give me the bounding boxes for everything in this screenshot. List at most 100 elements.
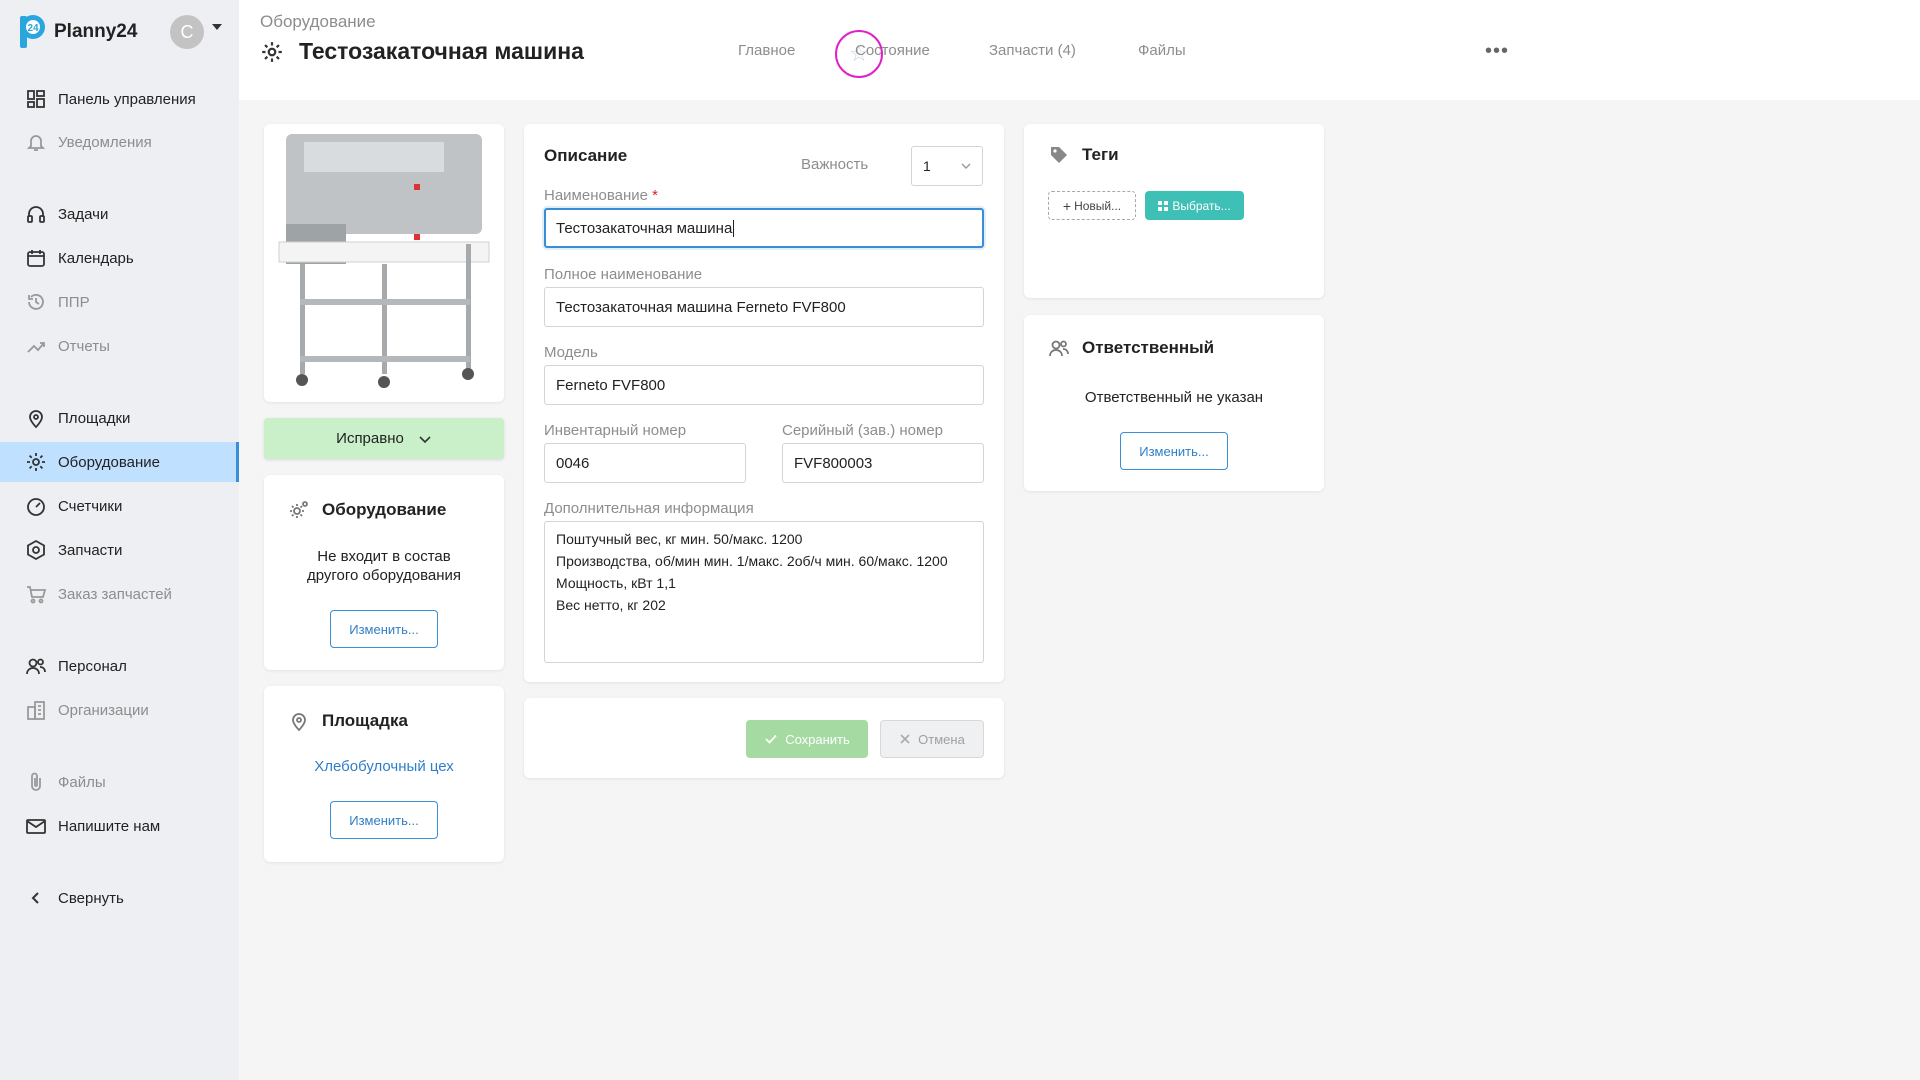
tab-parts[interactable]: Запчасти (4) bbox=[989, 42, 1076, 59]
sidebar-item-calendar[interactable]: Календарь bbox=[0, 238, 239, 278]
importance-select[interactable]: 1 bbox=[911, 146, 983, 186]
page-title: Тестозакаточная машина bbox=[299, 38, 584, 64]
sidebar-item-label: Панель управления bbox=[58, 90, 196, 108]
history-icon bbox=[28, 294, 44, 310]
building-icon bbox=[27, 701, 45, 720]
gear-icon bbox=[262, 41, 282, 62]
description-card: Описание Важность 1 Наименование * Тесто… bbox=[524, 124, 1004, 682]
sidebar-item-label: Напишите нам bbox=[58, 817, 161, 835]
bell-icon bbox=[26, 135, 46, 151]
card-title: Теги bbox=[1048, 144, 1119, 166]
location-icon bbox=[292, 713, 306, 732]
cart-icon bbox=[27, 586, 47, 604]
tab-files[interactable]: Файлы bbox=[1138, 42, 1186, 59]
sidebar-item-label: Файлы bbox=[58, 773, 106, 791]
paperclip-icon bbox=[31, 772, 41, 791]
sidebar-item-label: Уведомления bbox=[58, 133, 152, 151]
parent-equipment-text-1: Не входит в состав bbox=[317, 548, 451, 565]
brand[interactable]: 24 Planny24 bbox=[18, 14, 137, 50]
choose-tag-button[interactable]: Выбрать... bbox=[1145, 191, 1244, 220]
change-responsible-button[interactable]: Изменить... bbox=[1120, 432, 1228, 470]
parent-equipment-text-2: другого оборудования bbox=[306, 567, 462, 584]
sidebar-item-dashboard[interactable]: Панель управления bbox=[0, 79, 239, 119]
sidebar-item-label: Оборудование bbox=[58, 453, 161, 471]
responsible-card: Ответственный Ответственный не указан Из… bbox=[1024, 315, 1324, 491]
importance-label: Важность bbox=[801, 156, 869, 173]
brand-name: Planny24 bbox=[54, 21, 138, 42]
inventory-field[interactable]: 0046 bbox=[544, 443, 746, 483]
sidebar-item-label: Площадки bbox=[58, 409, 131, 427]
planny-logo-icon: 24 bbox=[18, 14, 50, 50]
tab-state[interactable]: Состояние bbox=[855, 42, 930, 59]
change-parent-button[interactable]: Изменить... bbox=[330, 610, 438, 648]
save-button[interactable]: Сохранить bbox=[746, 720, 868, 758]
chevron-left-icon bbox=[31, 892, 39, 904]
model-label: Модель bbox=[544, 344, 598, 361]
extra-info-textarea[interactable]: Поштучный вес, кг мин. 50/макс. 1200 Про… bbox=[544, 521, 984, 663]
tab-main[interactable]: Главное bbox=[738, 42, 795, 59]
status-label: Исправно bbox=[336, 430, 404, 447]
page-header: Оборудование Тестозакаточная машина ☆ Гл… bbox=[239, 0, 1920, 100]
model-field[interactable]: Ferneto FVF800 bbox=[544, 365, 984, 405]
sidebar-item-label: Свернуть bbox=[58, 889, 124, 907]
card-title: Ответственный bbox=[1048, 337, 1214, 359]
inventory-label: Инвентарный номер bbox=[544, 422, 687, 439]
full-name-field[interactable]: Тестозакаточная машина Ferneto FVF800 bbox=[544, 287, 984, 327]
status-dropdown[interactable]: Исправно bbox=[264, 418, 504, 459]
new-tag-button[interactable]: + Новый... bbox=[1048, 191, 1136, 220]
sidebar-item-parts[interactable]: Запчасти bbox=[0, 530, 239, 570]
svg-text:24: 24 bbox=[27, 23, 39, 34]
sidebar-item-sites[interactable]: Площадки bbox=[0, 398, 239, 438]
sidebar-item-label: Счетчики bbox=[58, 497, 123, 515]
responsible-text: Ответственный не указан bbox=[1084, 389, 1264, 406]
sidebar-collapse[interactable]: Свернуть bbox=[0, 878, 239, 918]
sidebar-item-label: Заказ запчастей bbox=[58, 585, 172, 603]
sidebar-item-parts-order[interactable]: Заказ запчастей bbox=[0, 574, 239, 614]
part-icon bbox=[27, 539, 45, 561]
sidebar-item-label: Персонал bbox=[58, 657, 127, 675]
tag-icon bbox=[1051, 147, 1067, 163]
breadcrumb[interactable]: Оборудование bbox=[260, 12, 376, 32]
location-icon bbox=[29, 410, 43, 429]
serial-field[interactable]: FVF800003 bbox=[782, 443, 984, 483]
plus-icon: + bbox=[1062, 197, 1072, 214]
sidebar-item-label: Задачи bbox=[58, 205, 109, 223]
cancel-button[interactable]: Отмена bbox=[880, 720, 984, 758]
sidebar-item-organizations[interactable]: Организации bbox=[0, 690, 239, 730]
sidebar-item-notifications[interactable]: Уведомления bbox=[0, 122, 239, 162]
sidebar-item-staff[interactable]: Персонал bbox=[0, 646, 239, 686]
parent-equipment-card: Оборудование Не входит в состав другого … bbox=[264, 475, 504, 670]
sidebar-item-label: ППР bbox=[58, 293, 90, 311]
gears-icon bbox=[290, 501, 308, 518]
mail-icon bbox=[26, 819, 46, 834]
grid-icon bbox=[1158, 200, 1169, 211]
sidebar-item-files[interactable]: Файлы bbox=[0, 762, 239, 802]
check-icon bbox=[765, 734, 777, 744]
gauge-icon bbox=[27, 498, 45, 516]
equipment-photo[interactable] bbox=[264, 124, 504, 402]
close-icon bbox=[900, 734, 910, 744]
caret-down-icon[interactable] bbox=[212, 24, 222, 30]
site-link[interactable]: Хлебобулочный цех bbox=[264, 758, 504, 775]
required-mark: * bbox=[652, 187, 658, 204]
equipment-image-card bbox=[264, 124, 504, 402]
card-title: Оборудование bbox=[288, 499, 446, 521]
gear-icon bbox=[27, 453, 45, 471]
sidebar-item-equipment[interactable]: Оборудование bbox=[0, 442, 239, 482]
change-site-button[interactable]: Изменить... bbox=[330, 801, 438, 839]
title-row: Тестозакаточная машина bbox=[260, 38, 584, 65]
sidebar-item-tasks[interactable]: Задачи bbox=[0, 194, 239, 234]
people-icon bbox=[26, 658, 46, 675]
sidebar-item-meters[interactable]: Счетчики bbox=[0, 486, 239, 526]
sidebar-item-label: Календарь bbox=[58, 249, 134, 267]
avatar[interactable]: C bbox=[170, 15, 204, 49]
more-icon[interactable]: ••• bbox=[1485, 40, 1509, 63]
full-name-label: Полное наименование bbox=[544, 266, 703, 283]
serial-label: Серийный (зав.) номер bbox=[782, 422, 944, 439]
sidebar-item-label: Организации bbox=[58, 701, 149, 719]
card-title: Площадка bbox=[288, 710, 408, 732]
name-field[interactable]: Тестозакаточная машина bbox=[544, 208, 984, 248]
sidebar-item-reports[interactable]: Отчеты bbox=[0, 326, 239, 366]
sidebar-item-ppr[interactable]: ППР bbox=[0, 282, 239, 322]
sidebar-item-contact[interactable]: Напишите нам bbox=[0, 806, 239, 846]
